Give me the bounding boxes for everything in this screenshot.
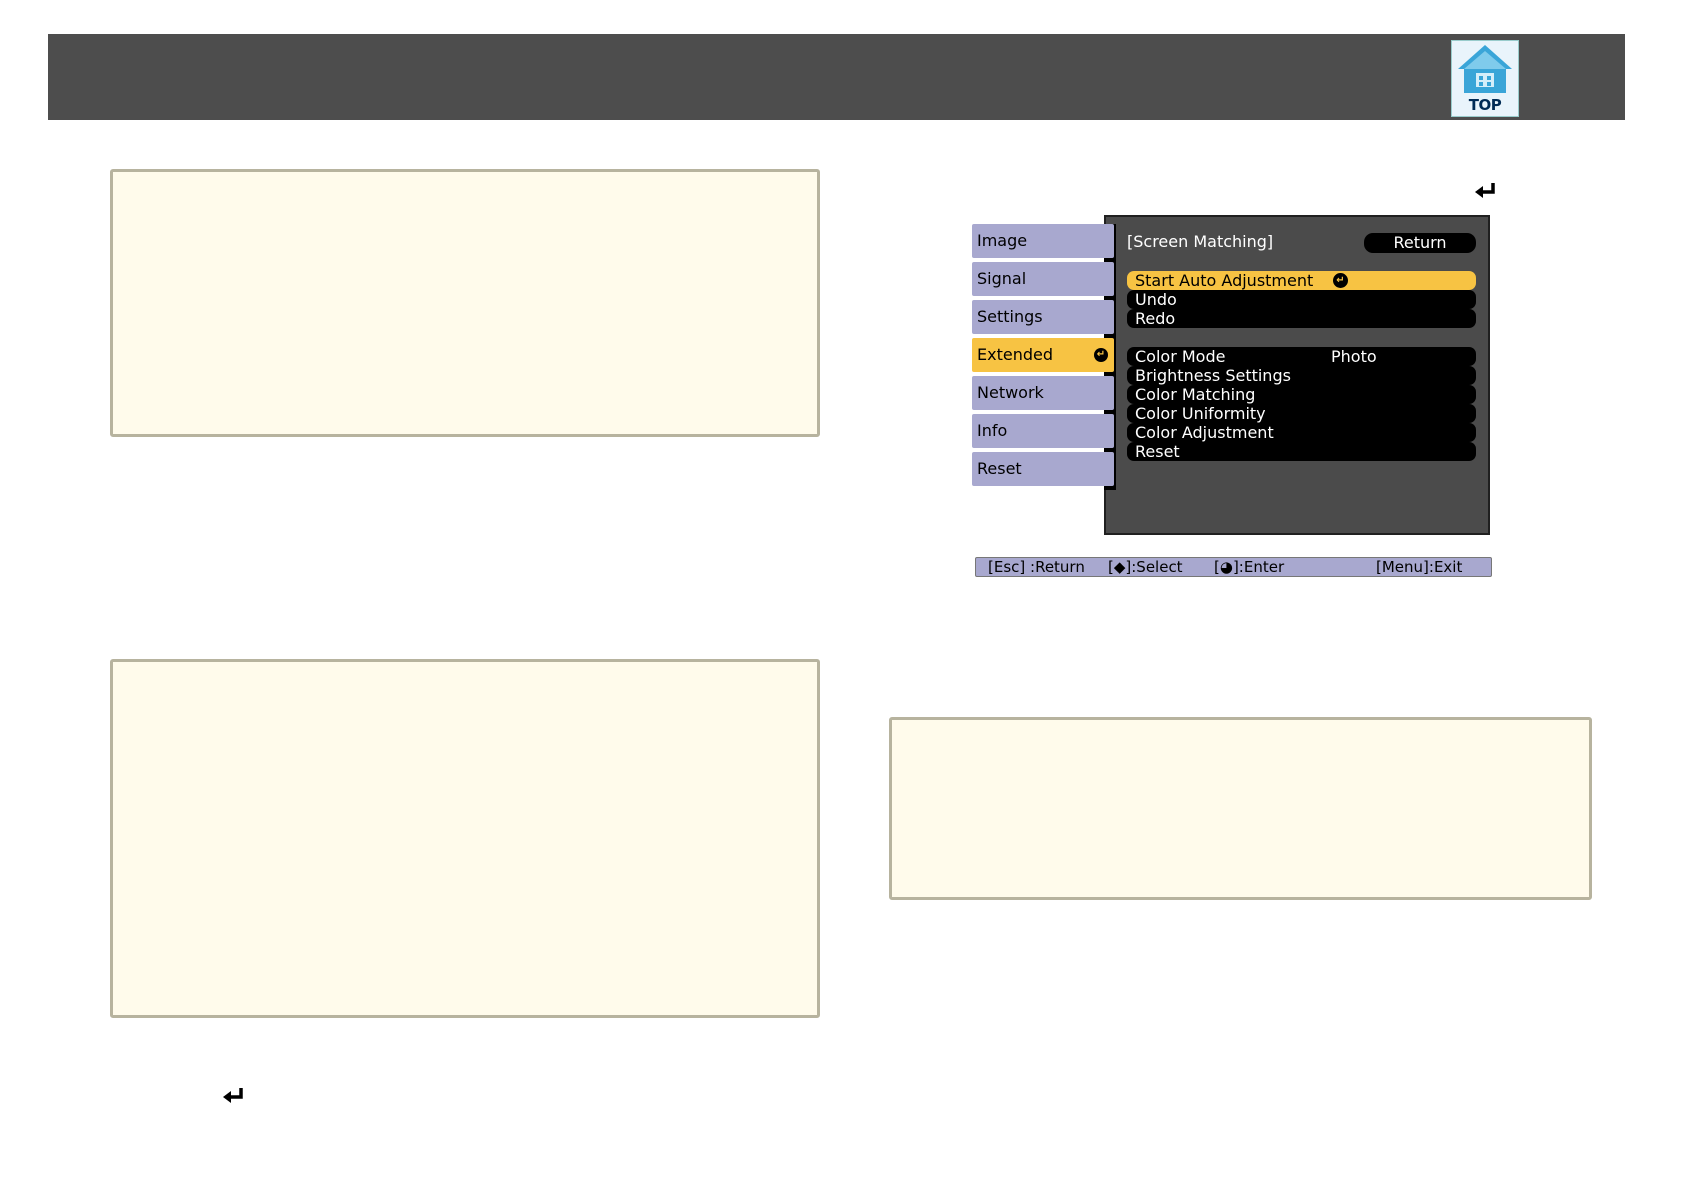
- tab-label: Reset: [977, 459, 1022, 478]
- menu-item-color-uniformity[interactable]: Color Uniformity: [1127, 404, 1476, 423]
- note-box-3: [889, 717, 1592, 900]
- tab-label: Extended: [977, 345, 1053, 364]
- top-button[interactable]: TOP: [1451, 40, 1519, 117]
- menu-item-color-matching[interactable]: Color Matching: [1127, 385, 1476, 404]
- menu-item-label: Color Mode: [1135, 347, 1226, 366]
- help-esc-return: [Esc] :Return: [988, 558, 1085, 576]
- note-box-1: [110, 169, 820, 437]
- tab-label: Network: [977, 383, 1044, 402]
- menu-item-label: Start Auto Adjustment: [1135, 271, 1314, 290]
- note-box-2: [110, 659, 820, 1018]
- tab-label: Image: [977, 231, 1028, 250]
- enter-icon: ↵: [1094, 348, 1108, 362]
- menu-item-brightness-settings[interactable]: Brightness Settings: [1127, 366, 1476, 385]
- top-button-label: TOP: [1468, 96, 1502, 114]
- tab-label: Info: [977, 421, 1008, 440]
- tab-label: Signal: [977, 269, 1027, 288]
- projector-top-icon: [1458, 45, 1512, 93]
- page-header-bar: [48, 34, 1625, 120]
- tab-info[interactable]: Info: [972, 414, 1114, 448]
- help-enter: [◕]:Enter: [1214, 558, 1285, 576]
- osd-help-bar: [Esc] :Return [◆]:Select [◕]:Enter [Menu…: [975, 557, 1492, 577]
- menu-item-label: Redo: [1135, 309, 1176, 328]
- panel-title: [Screen Matching]: [1127, 232, 1274, 251]
- menu-item-start-auto-adjustment[interactable]: Start Auto Adjustment ↵: [1127, 271, 1476, 290]
- tab-extended[interactable]: Extended ↵: [972, 338, 1114, 372]
- menu-item-redo[interactable]: Redo: [1127, 309, 1476, 328]
- menu-item-label: Color Uniformity: [1135, 404, 1266, 423]
- menu-item-undo[interactable]: Undo: [1127, 290, 1476, 309]
- menu-item-label: Color Adjustment: [1135, 423, 1274, 442]
- tab-image[interactable]: Image: [972, 224, 1114, 258]
- enter-arrow-icon: [223, 1088, 243, 1103]
- menu-item-color-adjustment[interactable]: Color Adjustment: [1127, 423, 1476, 442]
- tab-label: Settings: [977, 307, 1043, 326]
- menu-item-value: Photo: [1331, 347, 1377, 366]
- return-button[interactable]: Return: [1364, 233, 1476, 253]
- help-select: [◆]:Select: [1108, 558, 1183, 576]
- help-menu-exit: [Menu]:Exit: [1376, 558, 1463, 576]
- menu-item-reset[interactable]: Reset: [1127, 442, 1476, 461]
- menu-item-label: Brightness Settings: [1135, 366, 1291, 385]
- tab-reset[interactable]: Reset: [972, 452, 1114, 486]
- tab-settings[interactable]: Settings: [972, 300, 1114, 334]
- menu-item-color-mode[interactable]: Color Mode Photo: [1127, 347, 1476, 366]
- menu-item-label: Color Matching: [1135, 385, 1256, 404]
- menu-item-label: Undo: [1135, 290, 1177, 309]
- enter-arrow-icon: [1475, 183, 1495, 198]
- menu-item-label: Reset: [1135, 442, 1180, 461]
- tab-network[interactable]: Network: [972, 376, 1114, 410]
- tab-signal[interactable]: Signal: [972, 262, 1114, 296]
- enter-icon: ↵: [1333, 273, 1348, 288]
